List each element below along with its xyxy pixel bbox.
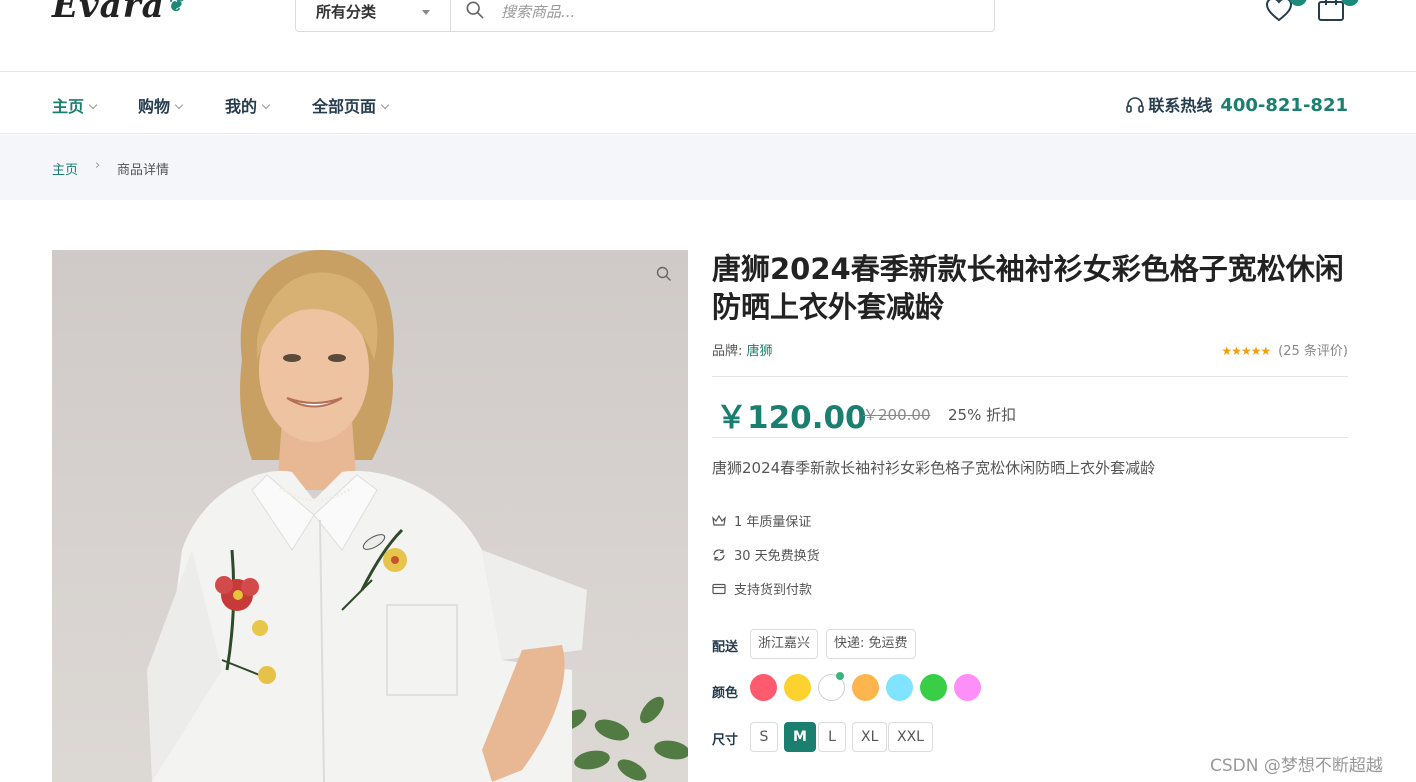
search-input[interactable] xyxy=(501,0,981,27)
chevron-down-icon xyxy=(174,100,184,110)
brand-row: 品牌: 唐狮 ★★★★★ (25 条评价) xyxy=(712,340,1348,359)
refresh-icon xyxy=(713,549,725,561)
chevron-down-icon xyxy=(261,100,271,110)
search-bar: 所有分类 xyxy=(295,0,995,32)
product-description: 唐狮2024春季新款长袖衬衫女彩色格子宽松休闲防晒上衣外套减龄 xyxy=(712,459,1156,477)
card-icon xyxy=(712,583,726,595)
brand-link[interactable]: 唐狮 xyxy=(747,344,773,359)
search-icon[interactable] xyxy=(466,1,484,19)
logo[interactable]: Evara ❦ xyxy=(52,0,185,26)
chevron-down-icon xyxy=(88,100,98,110)
product-info: 唐狮2024春季新款长袖衬衫女彩色格子宽松休闲防晒上衣外套减龄 品牌: 唐狮 ★… xyxy=(712,250,1348,752)
size-option-l[interactable]: L xyxy=(818,722,846,752)
header-top: Evara❦ 所有分类 4 5 xyxy=(0,0,1416,72)
caret-down-icon xyxy=(422,10,430,15)
category-select-label: 所有分类 xyxy=(316,3,377,21)
feature-text: 1 年质量保证 xyxy=(734,515,812,530)
crown-icon xyxy=(712,515,726,526)
feature-text: 30 天免费换货 xyxy=(734,549,820,564)
hotline: 联系热线 400-821-821 xyxy=(1126,92,1348,116)
nav-item-label: 购物 xyxy=(138,97,171,116)
nav-item-shop[interactable]: 购物 xyxy=(138,93,184,117)
product-photo xyxy=(147,250,688,782)
color-swatch-yellow[interactable] xyxy=(784,674,811,701)
divider xyxy=(712,376,1348,377)
brand-label: 品牌: xyxy=(712,344,743,359)
old-price: ￥200.00 xyxy=(863,406,931,424)
nav-item-label: 我的 xyxy=(225,97,258,116)
product-image[interactable] xyxy=(52,250,688,782)
shipping-label: 配送 xyxy=(712,640,739,655)
shipping-fee-tag: 快递: 免运费 xyxy=(826,629,916,659)
size-option-xxl[interactable]: XXL xyxy=(888,722,933,752)
category-select[interactable]: 所有分类 xyxy=(296,0,451,31)
breadcrumb-home[interactable]: 主页 xyxy=(52,159,78,178)
shipping-origin-tag: 浙江嘉兴 xyxy=(750,629,819,659)
rating-stars: ★★★★★ xyxy=(1221,344,1271,358)
color-swatch-red[interactable] xyxy=(750,674,777,701)
feature-exchange: 30 天免费换货 xyxy=(712,545,820,564)
zoom-icon[interactable] xyxy=(656,266,672,282)
nav-item-label: 主页 xyxy=(52,97,85,116)
price-row: ￥120.00 ￥200.00 25% 折扣 xyxy=(712,392,1348,436)
size-option-m-selected[interactable]: M xyxy=(784,722,816,752)
current-price: ￥120.00 xyxy=(716,400,867,436)
nav-item-label: 全部页面 xyxy=(312,97,377,116)
feature-text: 支持货到付款 xyxy=(734,583,813,598)
nav-item-all-pages[interactable]: 全部页面 xyxy=(312,93,390,117)
hotline-number[interactable]: 400-821-821 xyxy=(1220,95,1348,116)
color-swatch-orange[interactable] xyxy=(852,674,879,701)
cart-icon[interactable] xyxy=(1316,0,1346,24)
rating: ★★★★★ (25 条评价) xyxy=(1221,340,1348,359)
product-title: 唐狮2024春季新款长袖衬衫女彩色格子宽松休闲防晒上衣外套减龄 xyxy=(712,252,1344,324)
chevron-down-icon xyxy=(380,100,390,110)
discount-label: 25% 折扣 xyxy=(948,406,1017,424)
color-label: 颜色 xyxy=(712,686,739,701)
size-label: 尺寸 xyxy=(712,733,739,748)
feature-warranty: 1 年质量保证 xyxy=(712,511,811,530)
nav-item-home[interactable]: 主页 xyxy=(52,93,98,117)
color-swatch-pink[interactable] xyxy=(954,674,981,701)
color-swatch-light-blue[interactable] xyxy=(886,674,913,701)
watermark: CSDN @梦想不断超越 xyxy=(1210,756,1383,776)
breadcrumb-current: 商品详情 xyxy=(117,163,170,178)
size-option-xl[interactable]: XL xyxy=(852,722,888,752)
selected-indicator-dot xyxy=(836,672,844,680)
logo-text: Evara xyxy=(52,0,165,26)
breadcrumb-separator: › xyxy=(95,158,101,173)
nav-item-mine[interactable]: 我的 xyxy=(225,93,271,117)
main-nav: 主页 购物 我的 全部页面 联系热线 400-821-821 xyxy=(0,73,1416,134)
feature-cod: 支持货到付款 xyxy=(712,579,812,598)
review-count[interactable]: (25 条评价) xyxy=(1278,344,1348,359)
leaf-icon: ❦ xyxy=(166,0,185,16)
divider xyxy=(712,437,1348,438)
size-option-s[interactable]: S xyxy=(750,722,778,752)
heart-icon[interactable] xyxy=(1264,0,1294,24)
hotline-label: 联系热线 xyxy=(1148,96,1213,115)
breadcrumb: 主页 › 商品详情 xyxy=(0,135,1416,200)
color-swatch-green[interactable] xyxy=(920,674,947,701)
headset-icon xyxy=(1126,97,1145,113)
